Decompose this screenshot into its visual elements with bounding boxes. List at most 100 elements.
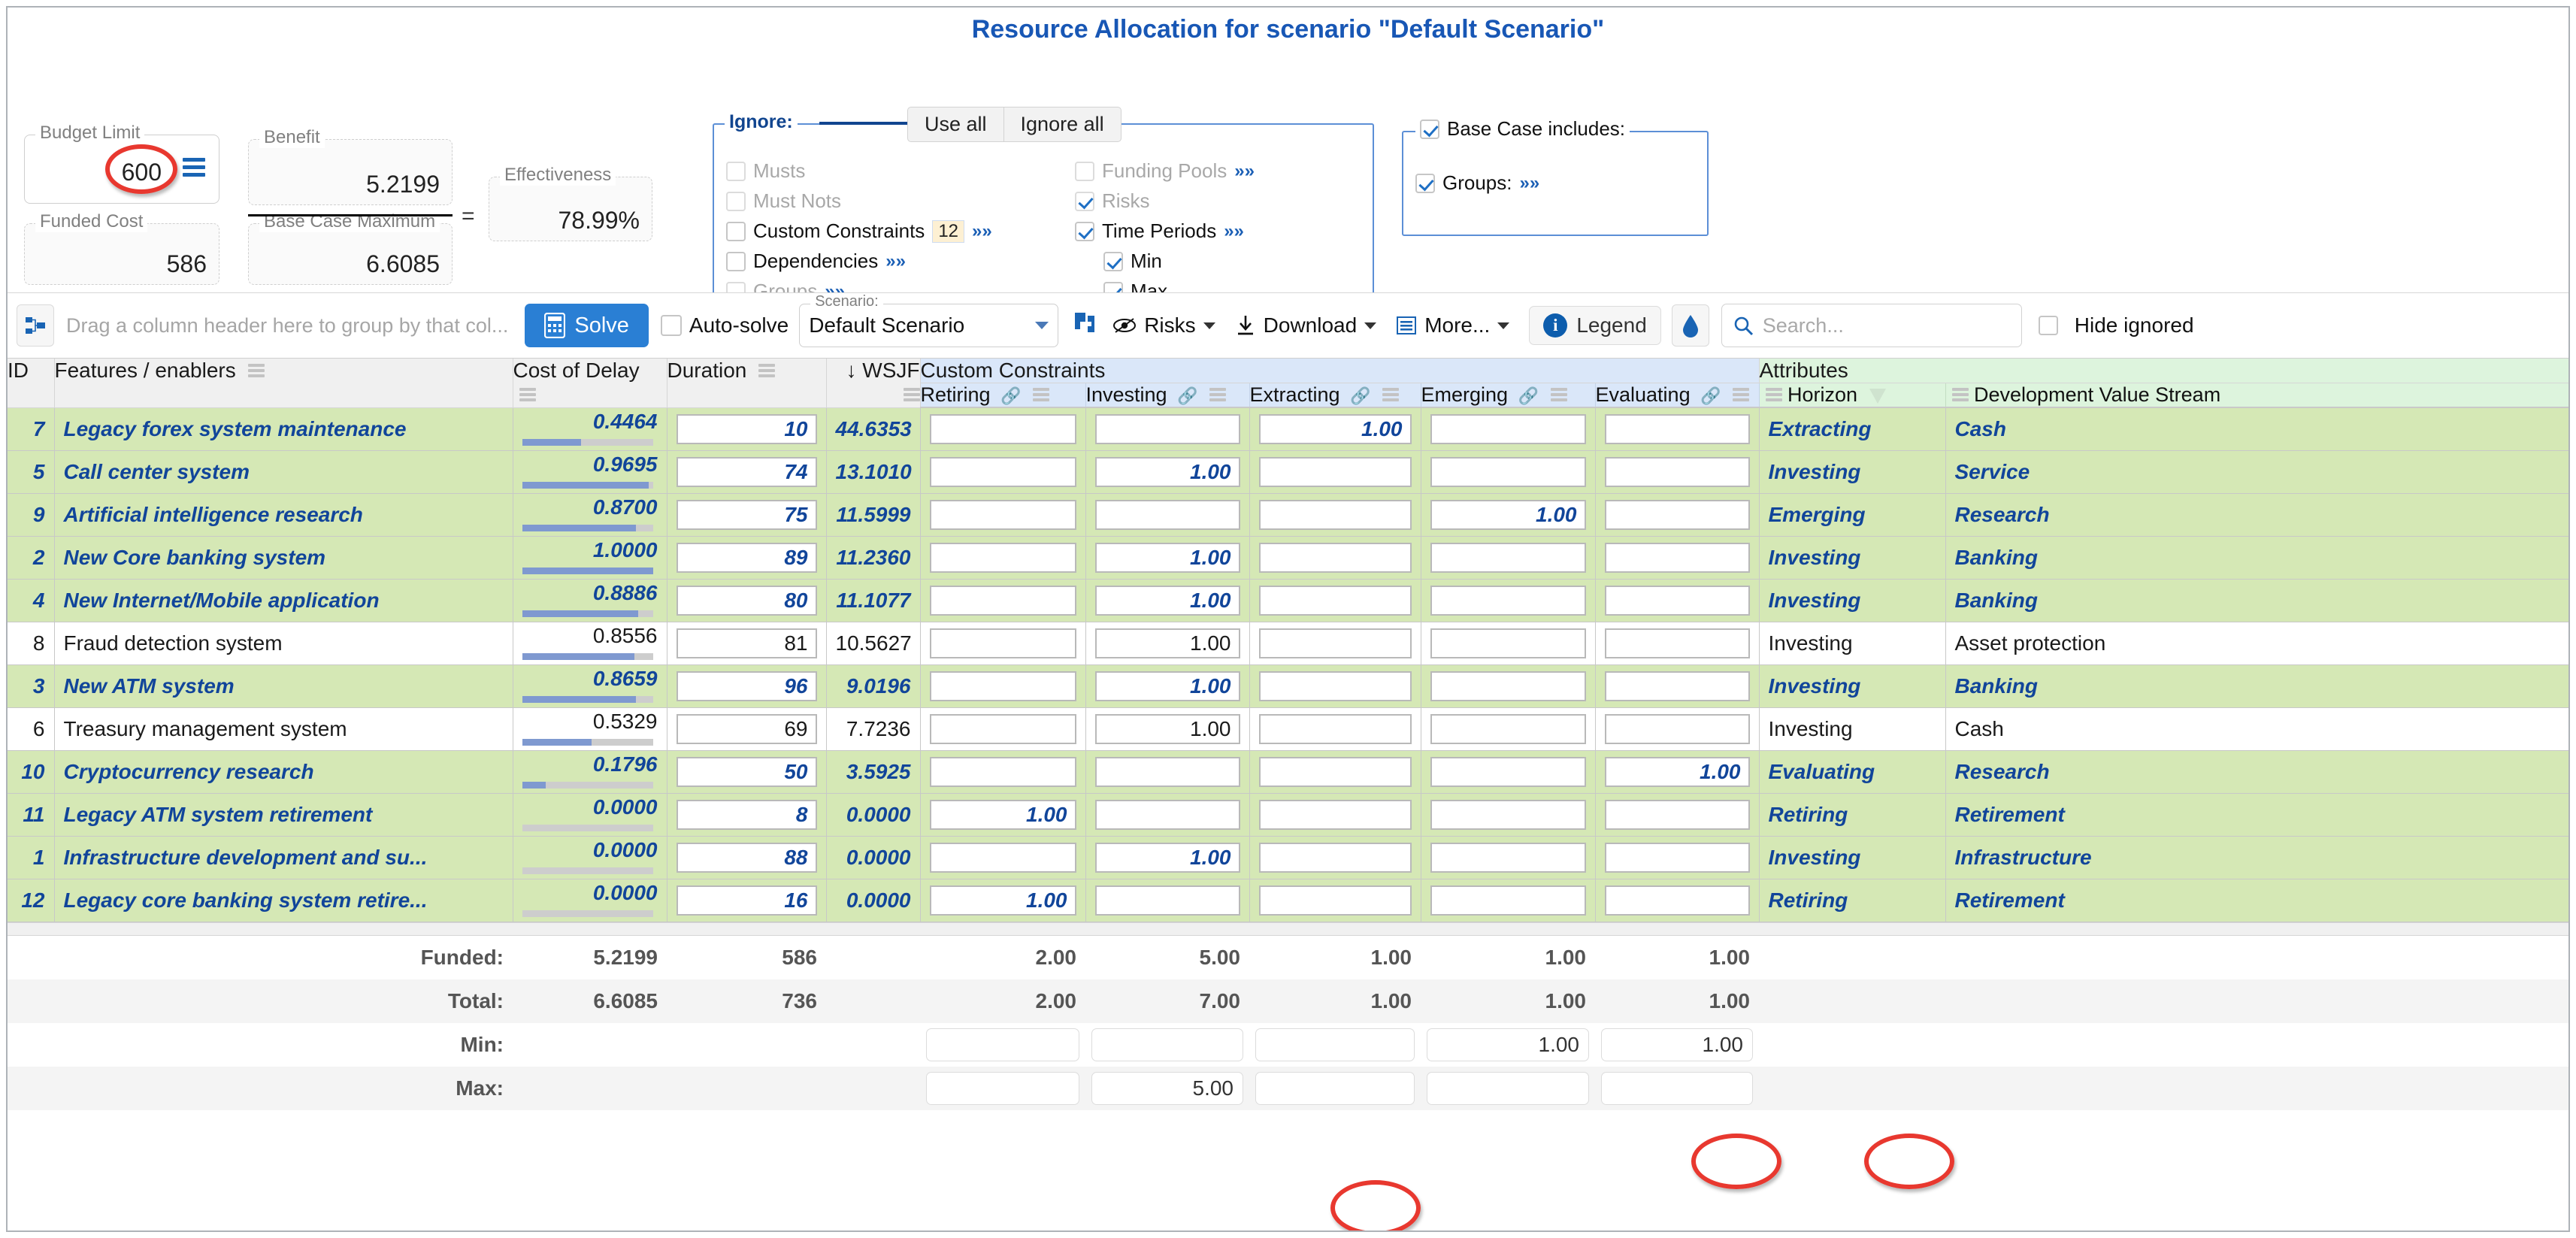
cell-evaluating[interactable] [1595,836,1760,879]
cell-retiring[interactable] [920,407,1086,451]
investing-input[interactable]: 1.00 [1094,713,1240,744]
duration-input[interactable]: 88 [676,842,817,873]
investing-input[interactable]: 1.00 [1094,628,1240,658]
extracting-input[interactable] [1258,499,1412,530]
cell-extracting[interactable] [1249,793,1421,837]
cell-emerging[interactable] [1421,664,1596,708]
duration-input[interactable]: 50 [676,756,817,787]
budget-limit-field[interactable]: Budget Limit 600 [24,123,219,204]
cell-retiring[interactable] [920,750,1086,794]
retiring-input[interactable] [929,585,1076,616]
duration-input[interactable]: 89 [676,542,817,573]
evaluating-input[interactable] [1604,413,1750,444]
emerging-input[interactable] [1430,842,1586,873]
max-emerging-input[interactable] [1427,1071,1589,1105]
emerging-input[interactable] [1430,585,1586,616]
evaluating-input[interactable] [1604,628,1750,658]
cell-retiring[interactable] [920,622,1086,665]
solve-button[interactable]: Solve [525,304,649,347]
extracting-input[interactable] [1258,799,1412,830]
evaluating-input[interactable] [1604,542,1750,573]
cell-evaluating[interactable]: 1.00 [1595,750,1760,794]
cell-retiring[interactable] [920,579,1086,622]
col-evaluating[interactable]: Evaluating 🔗 [1595,383,1760,408]
cell-evaluating[interactable] [1595,579,1760,622]
cell-emerging[interactable]: 1.00 [1421,493,1596,537]
cell-feature-name[interactable]: Artificial intelligence research [54,493,513,537]
cell-retiring[interactable] [920,450,1086,494]
investing-input[interactable] [1094,499,1240,530]
emerging-input[interactable] [1430,542,1586,573]
cell-retiring[interactable] [920,493,1086,537]
custom-constraints-checkbox[interactable] [726,221,746,241]
investing-input[interactable] [1094,885,1240,916]
cell-investing[interactable]: 1.00 [1085,622,1250,665]
cell-emerging[interactable] [1421,750,1596,794]
link-icon[interactable]: 🔗 [1000,386,1021,405]
col-duration-menu-icon[interactable] [758,364,776,380]
cell-evaluating[interactable] [1595,450,1760,494]
table-row[interactable]: 4 New Internet/Mobile application 0.8886… [8,579,2568,622]
filter-funnel-icon[interactable] [1869,388,1886,404]
col-wsjf[interactable]: ↓ WSJF [826,359,921,408]
cell-extracting[interactable] [1249,836,1421,879]
emerging-input[interactable] [1430,885,1586,916]
cell-extracting[interactable] [1249,579,1421,622]
extracting-input[interactable] [1258,756,1412,787]
auto-solve-toggle[interactable]: Auto-solve [660,313,789,337]
cell-emerging[interactable] [1421,879,1596,922]
extracting-input[interactable] [1258,670,1412,701]
retiring-input[interactable]: 1.00 [929,799,1076,830]
cell-investing[interactable]: 1.00 [1085,836,1250,879]
cell-evaluating[interactable] [1595,664,1760,708]
cell-emerging[interactable] [1421,707,1596,751]
cell-investing[interactable] [1085,407,1250,451]
max-retiring-input[interactable] [926,1071,1079,1105]
cell-duration[interactable]: 50 [667,750,827,794]
base-case-groups-row[interactable]: Groups: »» [1415,171,1539,195]
duration-input[interactable]: 75 [676,499,817,530]
ignore-item-musts[interactable]: Musts [726,159,805,183]
col-features-menu-icon[interactable] [247,364,265,380]
max-evaluating-input[interactable] [1601,1071,1753,1105]
cell-investing[interactable]: 1.00 [1085,579,1250,622]
evaluating-input[interactable] [1604,456,1750,487]
emerging-input[interactable] [1430,799,1586,830]
cell-duration[interactable]: 88 [667,836,827,879]
hide-ignored-checkbox[interactable] [2038,316,2058,335]
download-menu[interactable]: Download [1235,313,1377,337]
retiring-input[interactable] [929,628,1076,658]
table-row[interactable]: 5 Call center system 0.9695 74 13.1010 1… [8,450,2568,494]
cell-emerging[interactable] [1421,836,1596,879]
retiring-input[interactable]: 1.00 [929,885,1076,916]
extracting-input[interactable] [1258,628,1412,658]
ignore-item-time-periods[interactable]: Time Periods »» [1075,219,1244,243]
col-horizon-menu-icon[interactable] [1765,388,1782,404]
cell-retiring[interactable] [920,664,1086,708]
cell-emerging[interactable] [1421,579,1596,622]
min-retiring-input[interactable] [926,1028,1079,1061]
min-evaluating-input[interactable]: 1.00 [1601,1028,1753,1061]
risks-caret-icon[interactable] [1203,322,1215,329]
ignore-item-min[interactable]: Min [1103,250,1162,273]
cell-duration[interactable]: 16 [667,879,827,922]
cell-extracting[interactable] [1249,707,1421,751]
chevron-down-icon[interactable] [1035,322,1049,329]
cell-extracting[interactable] [1249,664,1421,708]
table-row[interactable]: 11 Legacy ATM system retirement 0.0000 8… [8,793,2568,837]
cell-investing[interactable] [1085,750,1250,794]
cell-duration[interactable]: 69 [667,707,827,751]
col-horizon[interactable]: Horizon [1759,383,1946,408]
duration-input[interactable]: 8 [676,799,817,830]
cell-feature-name[interactable]: Legacy core banking system retire... [54,879,513,922]
download-caret-icon[interactable] [1364,322,1377,329]
cell-feature-name[interactable]: Treasury management system [54,707,513,751]
col-evaluating-menu-icon[interactable] [1733,388,1750,404]
risks-menu[interactable]: Risks [1112,313,1215,337]
extracting-input[interactable] [1258,456,1412,487]
cell-duration[interactable]: 89 [667,536,827,580]
must-nots-checkbox[interactable] [726,191,746,211]
cell-retiring[interactable] [920,707,1086,751]
extracting-input[interactable] [1258,585,1412,616]
investing-input[interactable]: 1.00 [1094,842,1240,873]
